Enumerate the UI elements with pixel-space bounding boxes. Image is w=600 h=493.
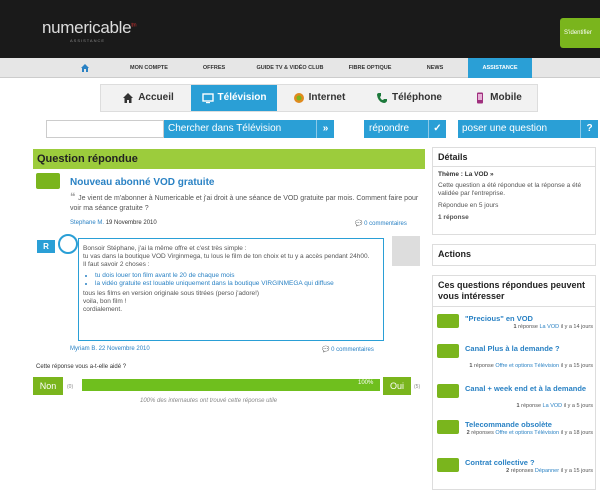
- search-button[interactable]: Chercher dans Télévision»: [164, 120, 334, 138]
- check-icon: ✓: [428, 120, 446, 138]
- nav-guide-tv[interactable]: GUIDE TV & VIDÉO CLUB: [250, 58, 330, 78]
- home-icon: [123, 93, 134, 103]
- no-button[interactable]: Non: [33, 377, 63, 395]
- yes-button[interactable]: Oui: [383, 377, 411, 395]
- related-question-title[interactable]: "Precious" en VOD: [465, 314, 593, 323]
- question-icon: [36, 173, 60, 189]
- question-icon: [437, 314, 459, 328]
- avatar: [392, 236, 420, 266]
- search-input[interactable]: [46, 120, 164, 138]
- related-question-meta: 2 réponses Offre et options Télévision i…: [466, 430, 593, 436]
- yes-count: (5): [414, 384, 421, 390]
- category-tabs: Accueil Télévision Internet Téléphone Mo…: [100, 84, 538, 112]
- site-header: numericabletm ASSISTANCE S'identifier: [0, 0, 600, 58]
- comment-icon: 💬: [322, 347, 332, 353]
- related-question-title[interactable]: Contrat collective ?: [465, 458, 593, 467]
- question-mark-icon: ?: [580, 120, 598, 138]
- tab-television[interactable]: Télévision: [191, 85, 277, 111]
- question-title[interactable]: Nouveau abonné VOD gratuite: [70, 177, 214, 188]
- question-comments-link[interactable]: 💬 0 commentaires: [355, 220, 407, 227]
- answer-meta: Myriam B. 22 Novembre 2010: [70, 346, 150, 352]
- answer-author[interactable]: Myriam B.: [70, 346, 97, 352]
- question-icon: [437, 458, 459, 472]
- related-question-meta: 1 réponse La VOD il y a 5 jours: [516, 403, 593, 409]
- double-chevron-icon: »: [490, 171, 494, 178]
- logo-subtitle: ASSISTANCE: [70, 38, 106, 43]
- phone-icon: [376, 93, 387, 103]
- question-body: ❝ Je vient de m'abonner à Numericable et…: [70, 192, 419, 213]
- nav-mon-compte[interactable]: MON COMPTE: [124, 58, 174, 78]
- details-theme[interactable]: Thème : La VOD »: [433, 167, 595, 180]
- question-author[interactable]: Stephane M.: [70, 220, 104, 226]
- actions-panel: Actions: [432, 244, 596, 266]
- response-badge: R: [37, 240, 55, 253]
- nav-offres[interactable]: OFFRES: [196, 58, 232, 78]
- question-icon: [437, 420, 459, 434]
- related-questions-panel: Ces questions répondues peuvent vous int…: [432, 275, 596, 490]
- question-icon: [437, 344, 459, 358]
- tab-telephone[interactable]: Téléphone: [369, 85, 449, 111]
- rating-question: Cette réponse vous a-t-elle aidé ?: [36, 364, 127, 370]
- details-title: Détails: [433, 148, 595, 167]
- related-question-meta: 1 réponse La VOD il y a 14 jours: [513, 324, 594, 330]
- question-icon: [437, 384, 459, 398]
- question-meta: Stephane M. 19 Novembre 2010: [70, 220, 157, 226]
- details-panel: Détails Thème : La VOD » Cette question …: [432, 147, 596, 235]
- comment-icon: 💬: [355, 221, 365, 227]
- details-answered: Répondue en 5 jours: [438, 202, 499, 209]
- actions-title: Actions: [438, 249, 472, 259]
- related-question-meta: 2 réponses Dépanner il y a 15 jours: [506, 468, 593, 474]
- answer-date: 22 Novembre 2010: [98, 346, 150, 352]
- rating-bar: [82, 379, 380, 391]
- validated-check-icon: [58, 234, 78, 254]
- related-question-title[interactable]: Telecommande obsolète: [465, 420, 593, 429]
- related-question-meta: 1 réponse Offre et options Télévision il…: [469, 363, 593, 369]
- related-question-title[interactable]: Canal + week end et à la demande: [465, 384, 593, 393]
- tab-accueil[interactable]: Accueil: [115, 85, 181, 111]
- tab-internet[interactable]: Internet: [285, 85, 353, 111]
- answer-content: Bonsoir Stéphane, j'ai la même offre et …: [78, 238, 384, 341]
- rating-percent: 100%: [358, 380, 374, 386]
- nav-news[interactable]: NEWS: [421, 58, 449, 78]
- related-question-title[interactable]: Canal Plus à la demande ?: [465, 344, 593, 353]
- mobile-icon: [477, 92, 484, 104]
- rating-summary: 100% des internautes ont trouvé cette ré…: [140, 398, 278, 404]
- tab-mobile[interactable]: Mobile: [467, 85, 529, 111]
- top-navigation: MON COMPTE OFFRES GUIDE TV & VIDÉO CLUB …: [0, 58, 600, 78]
- no-count: (0): [67, 384, 74, 390]
- nav-fibre-optique[interactable]: FIBRE OPTIQUE: [345, 58, 395, 78]
- question-date: 19 Novembre 2010: [105, 220, 157, 226]
- related-title: Ces questions répondues peuvent vous int…: [433, 276, 595, 307]
- numericable-logo[interactable]: numericabletm: [42, 18, 137, 38]
- details-text: Cette question a été répondue et la répo…: [438, 182, 582, 197]
- login-button[interactable]: S'identifier: [560, 18, 600, 48]
- double-chevron-icon: »: [316, 120, 334, 138]
- home-nav-icon[interactable]: [78, 58, 92, 78]
- section-title: Question répondue: [33, 149, 425, 169]
- answer-button[interactable]: répondre ✓: [364, 120, 446, 138]
- rating-bar-fill: [82, 379, 380, 391]
- nav-assistance[interactable]: ASSISTANCE: [468, 58, 532, 78]
- globe-icon: [293, 93, 304, 103]
- details-responses: 1 réponse: [438, 214, 469, 221]
- ask-question-button[interactable]: poser une question?: [458, 120, 598, 138]
- answer-comments-link[interactable]: 💬 0 commentaires: [322, 346, 374, 353]
- tv-icon: [201, 93, 214, 104]
